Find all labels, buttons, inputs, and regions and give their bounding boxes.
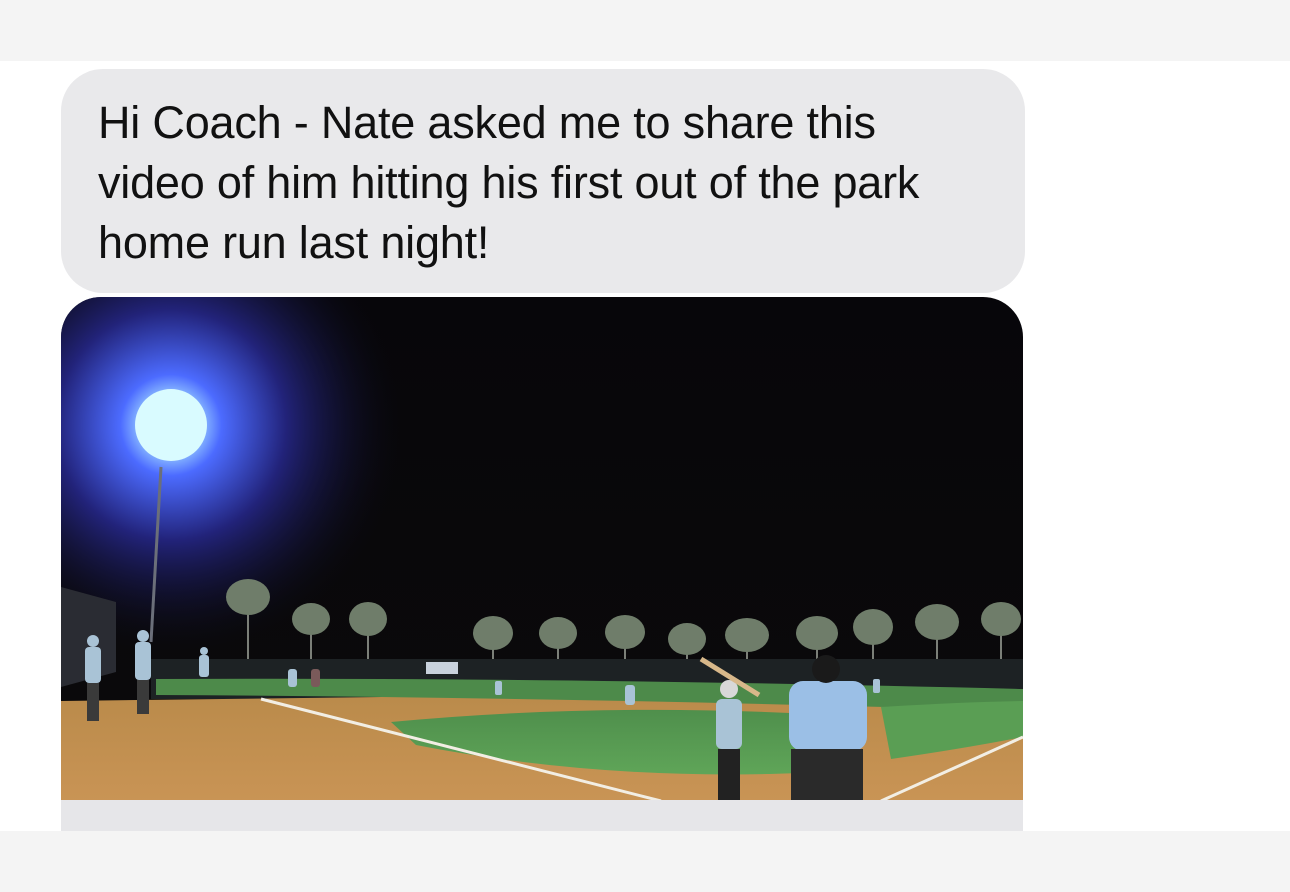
incoming-message-bubble[interactable]: Hi Coach - Nate asked me to share this v… — [61, 69, 1025, 293]
message-text: Hi Coach - Nate asked me to share this v… — [98, 97, 920, 268]
video-footer — [61, 800, 1023, 831]
video-attachment[interactable] — [61, 297, 1023, 831]
stadium-light — [135, 389, 207, 461]
bottom-bar — [0, 831, 1290, 892]
scoreboard — [426, 662, 458, 674]
top-bar — [0, 0, 1290, 61]
video-thumbnail — [61, 297, 1023, 801]
